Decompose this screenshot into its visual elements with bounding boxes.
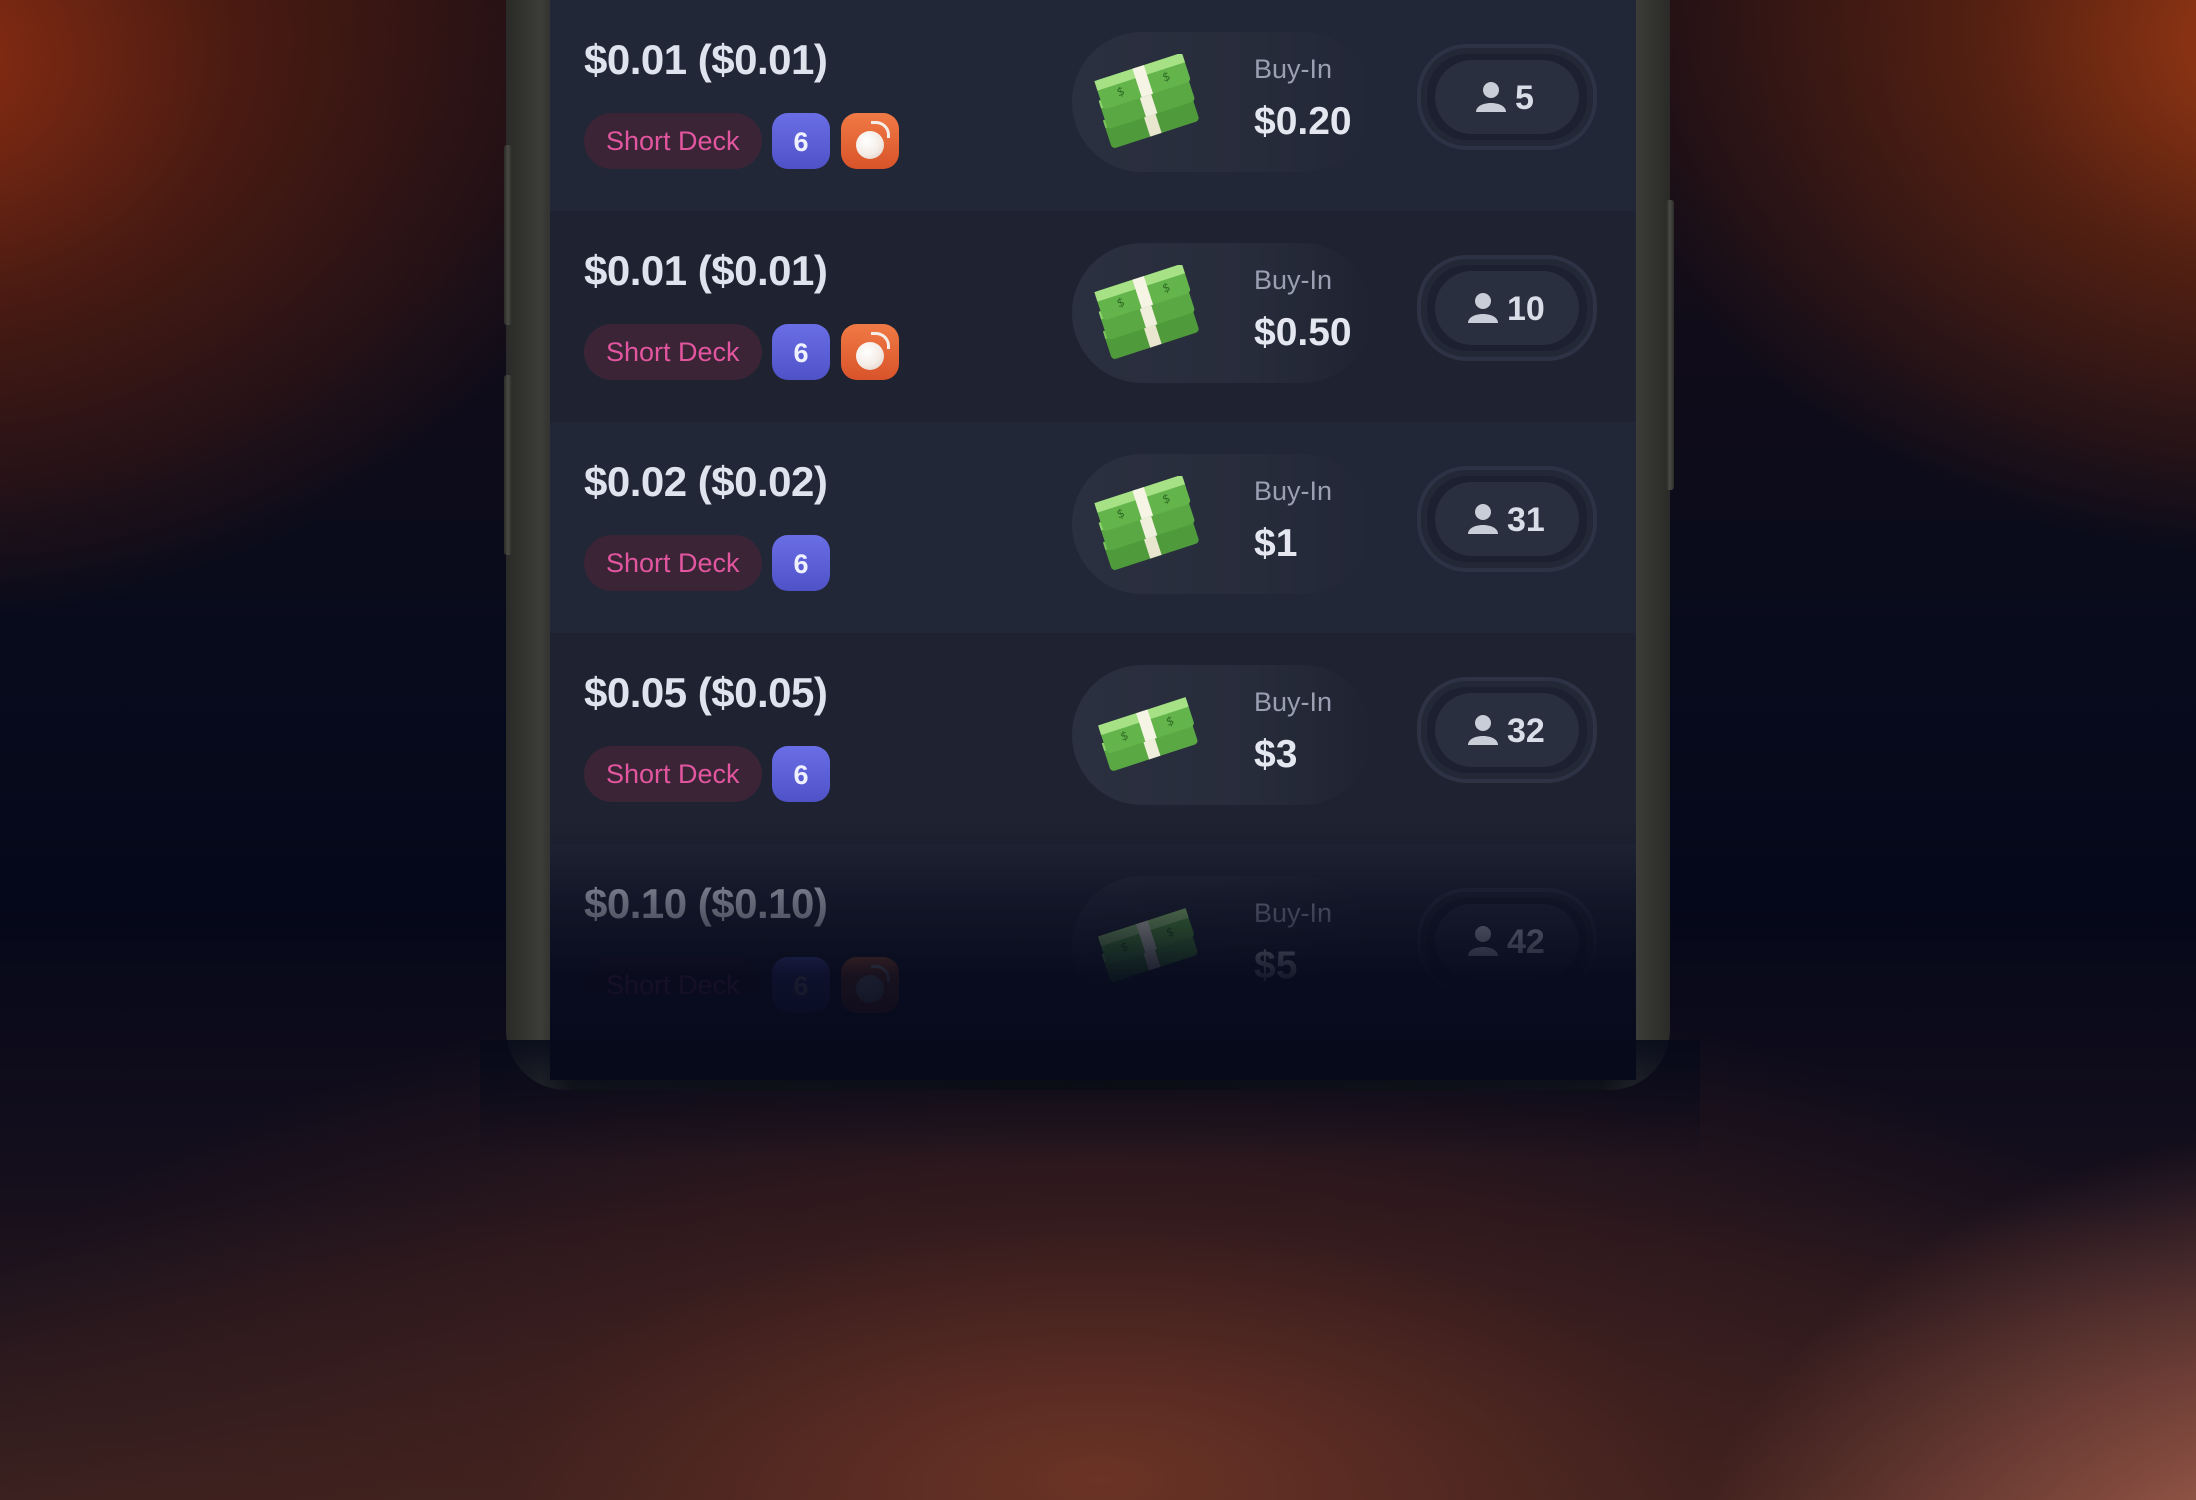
variant-badge: Short Deck [584, 957, 762, 1013]
variant-badge: Short Deck [584, 324, 762, 380]
seats-badge: 6 [772, 535, 830, 591]
user-icon [1476, 82, 1506, 112]
players-button[interactable]: 32 [1417, 677, 1597, 783]
buyin-label: Buy-In [1254, 687, 1333, 717]
seats-badge: 6 [772, 324, 830, 380]
phone-volume-button [504, 145, 512, 325]
money-stack-icon: $$ [1094, 476, 1199, 570]
seats-badge: 6 [772, 957, 830, 1013]
players-button[interactable]: 10 [1417, 255, 1597, 361]
phone-power-button [1666, 200, 1674, 490]
money-stack-icon: $$ [1098, 908, 1198, 982]
table-row[interactable]: $0.01 ($0.01) Short Deck 6 $ $ Buy-In $0.… [550, 0, 1636, 212]
table-list-screen: $0.01 ($0.01) Short Deck 6 $ $ Buy-In $0.… [550, 0, 1636, 1080]
table-row[interactable]: $0.01 ($0.01) Short Deck 6 $ $ Buy-In $0.… [550, 211, 1636, 423]
table-row[interactable]: $0.10 ($0.10) Short Deck 6 $ $ Buy-In $5 … [550, 844, 1636, 1056]
buyin-label: Buy-In [1254, 476, 1333, 506]
user-icon [1468, 926, 1498, 956]
user-icon [1468, 293, 1498, 323]
money-stack-icon: $$ [1094, 265, 1199, 359]
stakes-label: $0.02 ($0.02) [584, 458, 828, 505]
buyin-label: Buy-In [1254, 265, 1333, 295]
buyin-amount: $0.20 [1254, 100, 1352, 143]
stakes-label: $0.01 ($0.01) [584, 36, 828, 83]
table-row[interactable]: $0.02 ($0.02) Short Deck 6 $ $ Buy-In $1 … [550, 422, 1636, 634]
buyin-label: Buy-In [1254, 898, 1333, 928]
stakes-label: $0.05 ($0.05) [584, 669, 828, 716]
buyin-pill: $ $ [1072, 665, 1372, 805]
seats-badge: 6 [772, 113, 830, 169]
seats-badge: 6 [772, 746, 830, 802]
buyin-amount: $0.50 [1254, 311, 1352, 354]
variant-badge: Short Deck [584, 746, 762, 802]
user-icon [1468, 504, 1498, 534]
money-stack-icon: $$ [1098, 697, 1198, 771]
buyin-amount: $3 [1254, 733, 1298, 776]
phone-volume-button [504, 375, 512, 555]
variant-badge: Short Deck [584, 535, 762, 591]
user-icon [1468, 715, 1498, 745]
players-count: 10 [1507, 290, 1545, 328]
players-button[interactable]: 42 [1417, 888, 1597, 994]
money-stack-icon: $$ [1094, 54, 1199, 148]
players-count: 5 [1515, 79, 1534, 117]
stakes-label: $0.01 ($0.01) [584, 247, 828, 294]
players-count: 31 [1507, 501, 1545, 539]
bomb-icon [841, 957, 899, 1013]
stakes-label: $0.10 ($0.10) [584, 880, 828, 927]
buyin-label: Buy-In [1254, 54, 1333, 84]
buyin-pill: $ $ [1072, 454, 1372, 594]
buyin-amount: $5 [1254, 944, 1298, 987]
bomb-icon [841, 113, 899, 169]
bomb-icon [841, 324, 899, 380]
buyin-pill: $ $ [1072, 876, 1372, 1016]
table-row[interactable]: $0.05 ($0.05) Short Deck 6 $ $ Buy-In $3 … [550, 633, 1636, 845]
players-count: 42 [1507, 923, 1545, 961]
buyin-amount: $1 [1254, 522, 1298, 565]
players-count: 32 [1507, 712, 1545, 750]
players-button[interactable]: 5 [1417, 44, 1597, 150]
variant-badge: Short Deck [584, 113, 762, 169]
players-button[interactable]: 31 [1417, 466, 1597, 572]
